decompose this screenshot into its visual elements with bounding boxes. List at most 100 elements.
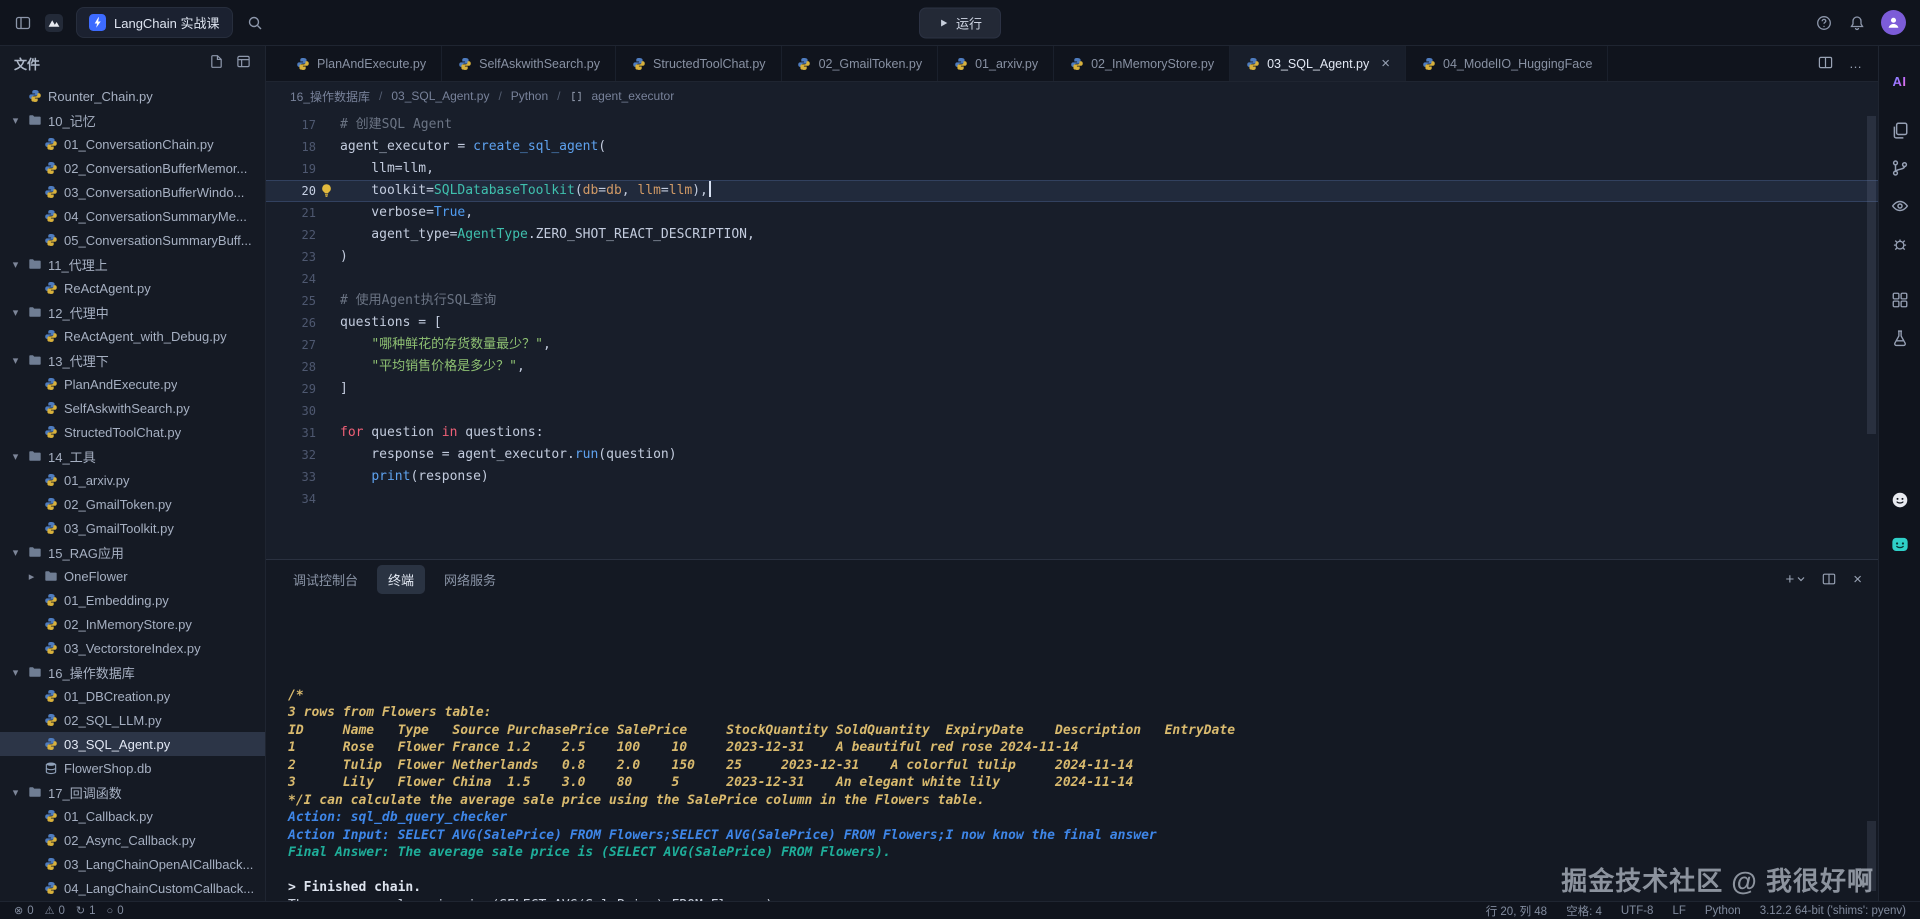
tab-03_SQL_Agent.py[interactable]: 03_SQL_Agent.py× — [1230, 46, 1406, 81]
code-line-34[interactable]: 34 — [266, 488, 1878, 510]
code-line-33[interactable]: 33 print(response) — [266, 466, 1878, 488]
tree-file-ReActAgent.py[interactable]: ReActAgent.py — [0, 276, 265, 300]
copy-icon[interactable] — [1885, 115, 1915, 145]
tree-file-04_LangChainCustomCallback...[interactable]: 04_LangChainCustomCallback... — [0, 876, 265, 900]
new-file-icon[interactable] — [209, 54, 224, 72]
split-terminal-icon[interactable] — [1822, 572, 1836, 586]
tab-01_arxiv.py[interactable]: 01_arxiv.py — [938, 46, 1054, 81]
tree-file-03_VectorstoreIndex.py[interactable]: 03_VectorstoreIndex.py — [0, 636, 265, 660]
tab-04_ModelIO_HuggingFace[interactable]: 04_ModelIO_HuggingFace — [1406, 46, 1608, 81]
code-line-23[interactable]: 23) — [266, 246, 1878, 268]
tree-file-03_LangChainOpenAICallback...[interactable]: 03_LangChainOpenAICallback... — [0, 852, 265, 876]
tree-file-01_DBCreation.py[interactable]: 01_DBCreation.py — [0, 684, 265, 708]
source-control-icon[interactable] — [1885, 153, 1915, 183]
panel-tab-终端[interactable]: 终端 — [377, 565, 425, 594]
tree-folder-17_回调函数[interactable]: ▾17_回调函数 — [0, 780, 265, 804]
code-line-24[interactable]: 24 — [266, 268, 1878, 290]
tree-file-ReActAgent_with_Debug.py[interactable]: ReActAgent_with_Debug.py — [0, 324, 265, 348]
search-icon[interactable] — [246, 14, 264, 32]
tab-02_GmailToken.py[interactable]: 02_GmailToken.py — [782, 46, 939, 81]
user-avatar[interactable] — [1881, 10, 1906, 35]
close-icon[interactable]: × — [1381, 56, 1390, 71]
status-segment-5[interactable]: 3.12.2 64-bit ('shims': pyenv) — [1760, 905, 1906, 917]
editor-scrollbar[interactable] — [1867, 116, 1876, 434]
code-line-30[interactable]: 30 — [266, 400, 1878, 422]
code-line-31[interactable]: 31for question in questions: — [266, 422, 1878, 444]
new-terminal-icon[interactable]: + — [1785, 571, 1805, 588]
tree-folder-16_操作数据库[interactable]: ▾16_操作数据库 — [0, 660, 265, 684]
split-editor-icon[interactable] — [1818, 55, 1833, 73]
code-line-17[interactable]: 17# 创建SQL Agent — [266, 114, 1878, 136]
warnings-indicator[interactable]: ⚠0 — [45, 904, 65, 917]
tree-file-02_Async_Callback.py[interactable]: 02_Async_Callback.py — [0, 828, 265, 852]
tree-folder-13_代理下[interactable]: ▾13_代理下 — [0, 348, 265, 372]
tree-file-01_Embedding.py[interactable]: 01_Embedding.py — [0, 588, 265, 612]
tree-folder-11_代理上[interactable]: ▾11_代理上 — [0, 252, 265, 276]
breadcrumb-item[interactable]: 16_操作数据库 — [290, 88, 370, 105]
tree-file-02_InMemoryStore.py[interactable]: 02_InMemoryStore.py — [0, 612, 265, 636]
help-icon[interactable] — [1815, 14, 1833, 32]
panel-tab-网络服务[interactable]: 网络服务 — [433, 565, 507, 594]
tab-PlanAndExecute.py[interactable]: PlanAndExecute.py — [280, 46, 442, 81]
breadcrumb-item[interactable]: 03_SQL_Agent.py — [391, 89, 489, 103]
tab-SelfAskwithSearch.py[interactable]: SelfAskwithSearch.py — [442, 46, 616, 81]
tree-folder-12_代理中[interactable]: ▾12_代理中 — [0, 300, 265, 324]
tree-file-03_ConversationBufferWindo...[interactable]: 03_ConversationBufferWindo... — [0, 180, 265, 204]
assistant-icon[interactable] — [1885, 485, 1915, 515]
ports-indicator[interactable]: ○0 — [107, 905, 124, 917]
code-line-18[interactable]: 18agent_executor = create_sql_agent( — [266, 136, 1878, 158]
status-segment-3[interactable]: LF — [1672, 905, 1685, 917]
tree-folder-15_RAG应用[interactable]: ▾15_RAG应用 — [0, 540, 265, 564]
status-segment-1[interactable]: 空格: 4 — [1566, 903, 1602, 919]
tree-file-PlanAndExecute.py[interactable]: PlanAndExecute.py — [0, 372, 265, 396]
breadcrumb-item[interactable]: Python — [511, 89, 548, 103]
tree-file-04_ConversationSummaryMe...[interactable]: 04_ConversationSummaryMe... — [0, 204, 265, 228]
collapse-folders-icon[interactable] — [236, 54, 251, 72]
tree-file-05_ConversationSummaryBuff...[interactable]: 05_ConversationSummaryBuff... — [0, 228, 265, 252]
sync-indicator[interactable]: ↻1 — [76, 904, 96, 917]
preview-icon[interactable] — [1885, 191, 1915, 221]
status-segment-4[interactable]: Python — [1705, 905, 1741, 917]
terminal-scrollbar[interactable] — [1867, 821, 1876, 891]
tab-02_InMemoryStore.py[interactable]: 02_InMemoryStore.py — [1054, 46, 1230, 81]
tree-file-03_GmailToolkit.py[interactable]: 03_GmailToolkit.py — [0, 516, 265, 540]
code-line-27[interactable]: 27 "哪种鲜花的存货数量最少？", — [266, 334, 1878, 356]
app-logo[interactable] — [45, 14, 63, 32]
code-line-28[interactable]: 28 "平均销售价格是多少？", — [266, 356, 1878, 378]
code-line-19[interactable]: 19 llm=llm, — [266, 158, 1878, 180]
status-segment-2[interactable]: UTF-8 — [1621, 905, 1654, 917]
code-line-21[interactable]: 21 verbose=True, — [266, 202, 1878, 224]
tree-folder-14_工具[interactable]: ▾14_工具 — [0, 444, 265, 468]
code-line-25[interactable]: 25# 使用Agent执行SQL查询 — [266, 290, 1878, 312]
tree-file-01_arxiv.py[interactable]: 01_arxiv.py — [0, 468, 265, 492]
run-button[interactable]: 运行 — [919, 7, 1001, 38]
tree-folder-OneFlower[interactable]: ▸OneFlower — [0, 564, 265, 588]
terminal[interactable]: /*3 rows from Flowers table:ID Name Type… — [266, 598, 1878, 901]
tree-file-02_GmailToken.py[interactable]: 02_GmailToken.py — [0, 492, 265, 516]
notifications-bell-icon[interactable] — [1848, 14, 1866, 32]
breadcrumb-item[interactable]: agent_executor — [592, 89, 675, 103]
tree-file-02_SQL_LLM.py[interactable]: 02_SQL_LLM.py — [0, 708, 265, 732]
tree-file-FlowerShop.db[interactable]: FlowerShop.db — [0, 756, 265, 780]
code-line-22[interactable]: 22 agent_type=AgentType.ZERO_SHOT_REACT_… — [266, 224, 1878, 246]
tree-file-02_ConversationBufferMemor...[interactable]: 02_ConversationBufferMemor... — [0, 156, 265, 180]
tree-folder-10_记忆[interactable]: ▾10_记忆 — [0, 108, 265, 132]
code-line-26[interactable]: 26questions = [ — [266, 312, 1878, 334]
code-line-20[interactable]: 20 toolkit=SQLDatabaseToolkit(db=db, llm… — [266, 180, 1878, 202]
tree-file-Rounter_Chain.py[interactable]: Rounter_Chain.py — [0, 84, 265, 108]
errors-indicator[interactable]: ⊗0 — [14, 904, 34, 917]
lightbulb-icon[interactable] — [319, 183, 335, 199]
sidebar-toggle-icon[interactable] — [14, 14, 32, 32]
tree-file-StructedToolChat.py[interactable]: StructedToolChat.py — [0, 420, 265, 444]
tree-file-SelfAskwithSearch.py[interactable]: SelfAskwithSearch.py — [0, 396, 265, 420]
tab-StructedToolChat.py[interactable]: StructedToolChat.py — [616, 46, 782, 81]
close-panel-icon[interactable]: × — [1853, 571, 1862, 588]
more-actions-icon[interactable]: … — [1849, 56, 1862, 71]
code-line-29[interactable]: 29] — [266, 378, 1878, 400]
tree-file-01_Callback.py[interactable]: 01_Callback.py — [0, 804, 265, 828]
status-segment-0[interactable]: 行 20, 列 48 — [1486, 903, 1547, 919]
code-editor[interactable]: 17# 创建SQL Agent18agent_executor = create… — [266, 110, 1878, 559]
workspace-switcher[interactable]: LangChain 实战课 — [76, 7, 233, 38]
debug-icon[interactable] — [1885, 229, 1915, 259]
code-line-32[interactable]: 32 response = agent_executor.run(questio… — [266, 444, 1878, 466]
